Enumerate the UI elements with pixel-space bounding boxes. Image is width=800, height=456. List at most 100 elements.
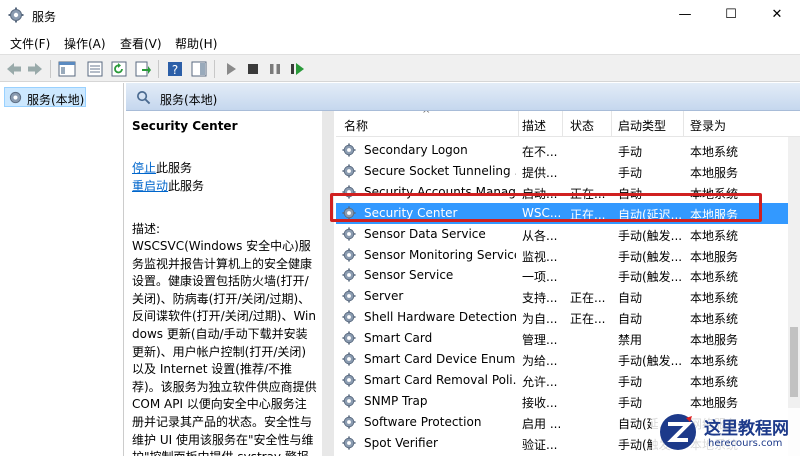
restart-service-icon[interactable] (288, 60, 306, 78)
action-pane-icon[interactable] (190, 60, 208, 78)
gear-icon (342, 227, 356, 241)
list-scrollbar-thumb[interactable] (790, 327, 798, 397)
table-row[interactable]: Secondary Logon 在不... 手动 本地系统 (336, 140, 788, 161)
pause-service-icon[interactable] (266, 60, 284, 78)
console-tree-icon[interactable] (58, 60, 76, 78)
toolbar: ? (0, 54, 800, 82)
table-row[interactable]: Smart Card Removal Poli... 允许... 手动 本地系统 (336, 370, 788, 391)
watermark-subtext: herecours.com (708, 438, 783, 449)
description-panel: Security Center 停止此服务 重启动此服务 描述: WSCSVC(… (126, 111, 324, 456)
row-startup-type: 禁用 (618, 333, 643, 348)
main-header-title: 服务(本地) (160, 93, 218, 107)
table-header: 名称 描述 状态 启动类型 登录为 (336, 111, 800, 137)
row-name: Spot Verifier (364, 435, 438, 450)
table-row[interactable]: Sensor Service 一项... 手动(触发... 本地系统 (336, 265, 788, 286)
refresh-icon[interactable] (110, 60, 128, 78)
row-description: 提供... (522, 165, 558, 180)
gear-icon (9, 91, 22, 104)
stop-service-icon[interactable] (244, 60, 262, 78)
row-description: 从各... (522, 228, 558, 243)
highlight-box (330, 193, 762, 222)
close-button[interactable]: ✕ (754, 0, 800, 30)
row-description: 监视... (522, 249, 558, 264)
row-description: 一项... (522, 270, 558, 285)
stop-service-link[interactable]: 停止 (132, 161, 156, 175)
row-startup-type: 手动 (618, 374, 643, 389)
column-separator[interactable] (518, 111, 519, 137)
table-row[interactable]: Smart Card 管理... 禁用 本地服务 (336, 328, 788, 349)
row-log-on-as: 本地系统 (690, 228, 739, 243)
row-description: 在不... (522, 145, 558, 159)
description-body: WSCSVC(Windows 安全中心)服务监视并报告计算机上的安全健康设置。健… (132, 239, 317, 456)
table-row[interactable]: Smart Card Device Enum... 为给... 手动(触发... 本地… (336, 349, 788, 370)
gear-icon (342, 436, 356, 450)
gear-icon (342, 310, 356, 324)
row-startup-type: 自动 (618, 312, 643, 327)
description-scrollbar[interactable] (322, 111, 334, 456)
help-icon[interactable]: ? (166, 60, 184, 78)
gear-icon (342, 143, 356, 157)
row-log-on-as: 本地系统 (690, 145, 739, 159)
gear-icon (342, 268, 356, 282)
watermark: 这里教程网 herecours.com (652, 408, 800, 456)
row-name: Secondary Logon (364, 143, 468, 157)
column-log-on-as[interactable]: 登录为 (690, 117, 726, 134)
menu-help[interactable]: 帮助(H) (175, 35, 217, 52)
forward-arrow-icon[interactable] (26, 60, 44, 78)
row-startup-type: 手动(触发... (618, 228, 682, 243)
stop-service-suffix: 此服务 (156, 161, 193, 175)
table-row[interactable]: Sensor Data Service 从各... 手动(触发... 本地系统 (336, 224, 788, 245)
sort-indicator: ^ (422, 111, 431, 120)
row-name: Smart Card (364, 331, 433, 346)
column-separator[interactable] (683, 111, 684, 137)
restart-service-suffix: 此服务 (168, 179, 205, 193)
main-header: 服务(本地) (126, 83, 800, 111)
menu-action[interactable]: 操作(A) (64, 35, 106, 52)
window-title: 服务 (32, 10, 57, 24)
maximize-button[interactable]: ☐ (708, 0, 754, 30)
row-description: 接收... (522, 395, 558, 410)
row-startup-type: 手动 (618, 165, 643, 180)
table-row[interactable]: Secure Socket Tunneling ... 提供... 手动 本地服务 (336, 161, 788, 182)
gear-icon (342, 164, 356, 178)
row-log-on-as: 本地服务 (690, 165, 739, 180)
row-log-on-as: 本地系统 (690, 312, 739, 327)
row-description: 允许... (522, 374, 558, 389)
row-log-on-as: 本地系统 (690, 270, 739, 285)
gear-icon (342, 415, 356, 429)
console-tree: 服务(本地) (0, 83, 124, 456)
restart-service-link[interactable]: 重启动 (132, 179, 168, 193)
row-description: 为自... (522, 312, 558, 327)
tree-item-services-local[interactable]: 服务(本地) (4, 87, 86, 107)
menu-file[interactable]: 文件(F) (10, 35, 50, 52)
row-description: 启用 ... (522, 416, 560, 431)
column-separator[interactable] (562, 111, 563, 137)
minimize-button[interactable]: — (662, 0, 708, 30)
table-row[interactable]: Shell Hardware Detection 为自... 正在... 自动 本地系统 (336, 307, 788, 328)
start-service-icon[interactable] (222, 60, 240, 78)
column-description[interactable]: 描述 (522, 117, 546, 134)
menu-view[interactable]: 查看(V) (120, 35, 162, 52)
row-description: 管理... (522, 333, 558, 348)
export-icon[interactable] (134, 60, 152, 78)
column-status[interactable]: 状态 (570, 117, 594, 134)
table-row[interactable]: Sensor Monitoring Service 监视... 手动(触发... 本地… (336, 245, 788, 266)
tree-item-label: 服务(本地) (27, 93, 85, 107)
row-name: Server (364, 289, 404, 304)
row-status: 正在... (570, 312, 606, 327)
table-row[interactable]: Server 支持... 正在... 自动 本地系统 (336, 286, 788, 307)
gear-icon (342, 373, 356, 387)
row-description: 为给... (522, 354, 558, 368)
column-startup-type[interactable]: 启动类型 (618, 117, 666, 134)
back-arrow-icon[interactable] (5, 60, 23, 78)
row-log-on-as: 本地服务 (690, 249, 739, 264)
toolbar-separator (50, 60, 51, 78)
properties-icon[interactable] (86, 60, 104, 78)
svg-text:?: ? (172, 63, 178, 77)
description-label: 描述: (132, 222, 161, 236)
watermark-logo-icon (660, 414, 696, 450)
column-name[interactable]: 名称 (344, 117, 368, 134)
row-log-on-as: 本地服务 (690, 333, 739, 348)
column-separator[interactable] (611, 111, 612, 137)
row-name: Sensor Monitoring Service (364, 247, 516, 262)
